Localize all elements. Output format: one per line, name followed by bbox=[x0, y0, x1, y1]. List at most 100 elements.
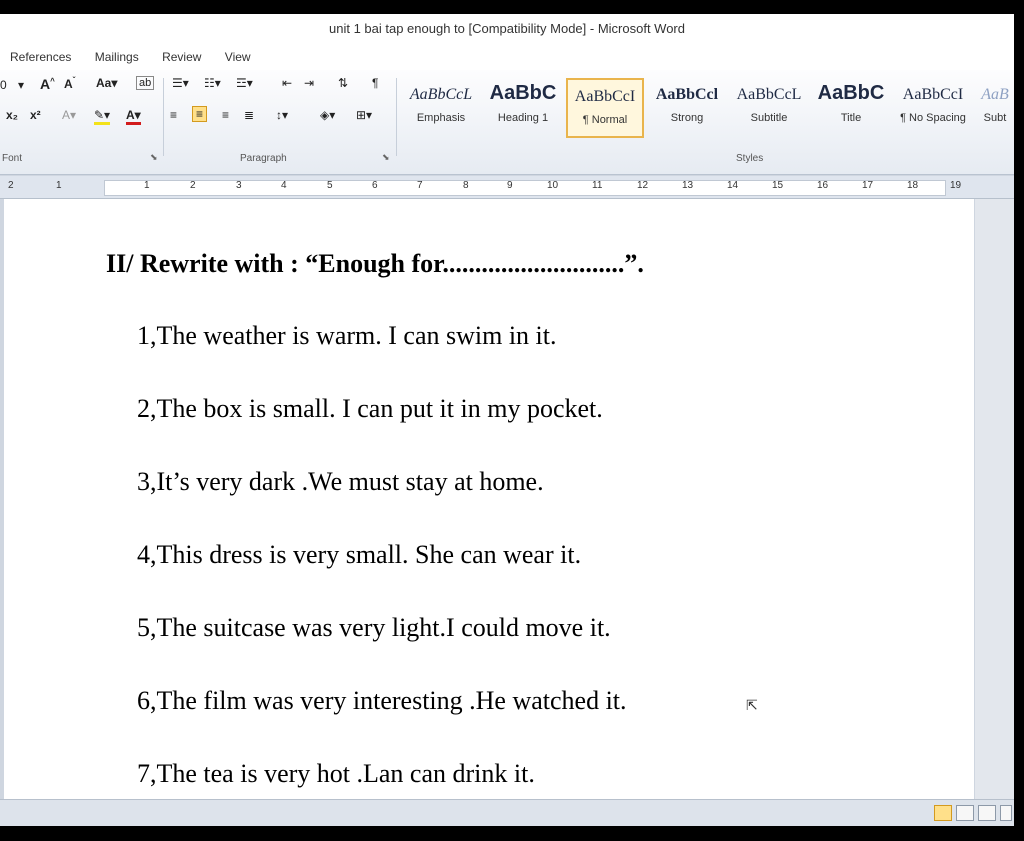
tab-mailings[interactable]: Mailings bbox=[95, 44, 139, 70]
style-title[interactable]: AaBbC Title bbox=[812, 78, 890, 138]
subscript-icon[interactable]: x₂ bbox=[6, 108, 18, 122]
style-sample: AaBbC bbox=[489, 82, 557, 104]
font-group-label: Font bbox=[2, 153, 23, 164]
ruler-label: 8 bbox=[463, 180, 469, 191]
ruler-label: 18 bbox=[907, 180, 919, 191]
tab-view[interactable]: View bbox=[225, 44, 251, 70]
ruler-label: 11 bbox=[592, 180, 603, 191]
style-sample: AaBbCcL bbox=[736, 86, 802, 103]
align-right-icon[interactable]: ≡ bbox=[222, 108, 229, 122]
ruler-label: 1 bbox=[56, 180, 62, 191]
borders-icon[interactable]: ⊞▾ bbox=[356, 108, 372, 122]
show-formatting-icon[interactable]: ¶ bbox=[372, 76, 378, 90]
style-sample: AaBbCcI bbox=[902, 86, 964, 103]
exercise-heading: II/ Rewrite with : “Enough for..........… bbox=[106, 249, 644, 278]
style-normal[interactable]: AaBbCcI ¶ Normal bbox=[566, 78, 644, 138]
style-sample: AaBbCcL bbox=[409, 86, 473, 103]
tab-references[interactable]: References bbox=[10, 44, 71, 70]
exercise-line: 7,The tea is very hot .Lan can drink it. bbox=[137, 759, 535, 788]
ruler-label: 17 bbox=[862, 180, 874, 191]
superscript-icon[interactable]: x² bbox=[30, 108, 41, 122]
ruler-label: 5 bbox=[327, 180, 333, 191]
ruler-label: 13 bbox=[682, 180, 694, 191]
ruler-label: 19 bbox=[950, 180, 962, 191]
multilevel-list-icon[interactable]: ☲▾ bbox=[236, 76, 253, 90]
group-divider bbox=[396, 78, 397, 156]
style-label: ¶ Normal bbox=[582, 114, 628, 126]
ribbon: 0 ▾ A^ Aˇ Aa▾ ab x₂ x² A▾ ✎▾ A▾ Font ⬊ ☰… bbox=[0, 70, 1014, 175]
ruler-label: 4 bbox=[281, 180, 287, 191]
shrink-font-icon[interactable]: Aˇ bbox=[64, 76, 75, 91]
style-label: ¶ No Spacing bbox=[900, 112, 966, 124]
numbering-icon[interactable]: ☷▾ bbox=[204, 76, 221, 90]
dialog-launcher-icon[interactable]: ⬊ bbox=[150, 152, 158, 163]
window-title: unit 1 bai tap enough to [Compatibility … bbox=[329, 21, 685, 36]
font-color-icon[interactable]: A▾ bbox=[126, 108, 141, 125]
style-sample: AaBbC bbox=[817, 82, 885, 104]
tab-review[interactable]: Review bbox=[162, 44, 201, 70]
exercise-line: 1,The weather is warm. I can swim in it. bbox=[137, 321, 557, 350]
document-page[interactable]: II/ Rewrite with : “Enough for..........… bbox=[4, 199, 974, 799]
exercise-line: 5,The suitcase was very light.I could mo… bbox=[137, 613, 611, 642]
styles-gallery: AaBbCcL Emphasis AaBbC Heading 1 AaBbCcI… bbox=[402, 78, 1014, 144]
title-bar: unit 1 bai tap enough to [Compatibility … bbox=[0, 14, 1014, 44]
shading-icon[interactable]: ◈▾ bbox=[320, 108, 335, 122]
style-subtle[interactable]: AaB Subt bbox=[976, 78, 1014, 138]
paragraph-group-label: Paragraph bbox=[240, 153, 287, 164]
style-label: Heading 1 bbox=[497, 112, 549, 124]
style-heading-1[interactable]: AaBbC Heading 1 bbox=[484, 78, 562, 138]
sort-icon[interactable]: ⇅ bbox=[338, 76, 348, 90]
style-label: Subtitle bbox=[750, 112, 788, 124]
horizontal-ruler[interactable]: 2 1 1 2 3 4 5 6 7 8 9 10 11 12 13 14 15 … bbox=[0, 176, 1014, 199]
ruler-label: 10 bbox=[547, 180, 559, 191]
ruler-label: 1 bbox=[144, 180, 150, 191]
style-label: Title bbox=[840, 112, 862, 124]
ruler-label: 6 bbox=[372, 180, 378, 191]
justify-icon[interactable]: ≣ bbox=[244, 108, 254, 122]
ruler-label: 9 bbox=[507, 180, 513, 191]
status-bar bbox=[0, 799, 1014, 826]
align-center-icon[interactable]: ≡ bbox=[192, 106, 208, 122]
font-size-box[interactable]: 0 bbox=[0, 78, 7, 92]
change-case-icon[interactable]: Aa▾ bbox=[96, 76, 117, 90]
ruler-label: 15 bbox=[772, 180, 784, 191]
ruler-label: 16 bbox=[817, 180, 829, 191]
style-label: Emphasis bbox=[416, 112, 466, 124]
text-effects-icon[interactable]: A▾ bbox=[62, 108, 76, 122]
exercise-line: 2,The box is small. I can put it in my p… bbox=[137, 394, 603, 423]
align-left-icon[interactable]: ≡ bbox=[170, 108, 177, 122]
vertical-scrollbar[interactable] bbox=[975, 199, 1014, 799]
ruler-label: 12 bbox=[637, 180, 649, 191]
style-subtitle[interactable]: AaBbCcL Subtitle bbox=[730, 78, 808, 138]
style-strong[interactable]: AaBbCcl Strong bbox=[648, 78, 726, 138]
reading-layout-icon[interactable] bbox=[956, 805, 974, 821]
increase-indent-icon[interactable]: ⇥ bbox=[304, 76, 314, 90]
print-layout-icon[interactable] bbox=[934, 805, 952, 821]
document-area: II/ Rewrite with : “Enough for..........… bbox=[0, 199, 1014, 799]
outline-view-icon[interactable] bbox=[1000, 805, 1012, 821]
line-spacing-icon[interactable]: ↕▾ bbox=[276, 108, 288, 122]
dropdown-icon[interactable]: ▾ bbox=[18, 78, 24, 92]
decrease-indent-icon[interactable]: ⇤ bbox=[282, 76, 292, 90]
dialog-launcher-icon[interactable]: ⬊ bbox=[382, 152, 390, 163]
ruler-label: 2 bbox=[8, 180, 14, 191]
ruler-label: 3 bbox=[236, 180, 242, 191]
group-divider bbox=[163, 78, 164, 156]
bullets-icon[interactable]: ☰▾ bbox=[172, 76, 189, 90]
web-layout-icon[interactable] bbox=[978, 805, 996, 821]
style-emphasis[interactable]: AaBbCcL Emphasis bbox=[402, 78, 480, 138]
mouse-cursor-icon: ⇱ bbox=[746, 697, 758, 713]
styles-group-label: Styles bbox=[736, 153, 764, 164]
exercise-line: 3,It’s very dark .We must stay at home. bbox=[137, 467, 544, 496]
style-label: Subt bbox=[983, 112, 1007, 124]
word-window: unit 1 bai tap enough to [Compatibility … bbox=[0, 14, 1014, 826]
style-no-spacing[interactable]: AaBbCcI ¶ No Spacing bbox=[894, 78, 972, 138]
style-sample: AaB bbox=[981, 86, 1009, 103]
ruler-label: 7 bbox=[417, 180, 423, 191]
highlight-icon[interactable]: ✎▾ bbox=[94, 108, 111, 125]
style-label: Strong bbox=[670, 112, 704, 124]
grow-font-icon[interactable]: A^ bbox=[40, 76, 55, 92]
exercise-line: 6,The film was very interesting .He watc… bbox=[137, 686, 627, 715]
clear-formatting-icon[interactable]: ab bbox=[136, 76, 155, 90]
exercise-line: 4,This dress is very small. She can wear… bbox=[137, 540, 582, 569]
